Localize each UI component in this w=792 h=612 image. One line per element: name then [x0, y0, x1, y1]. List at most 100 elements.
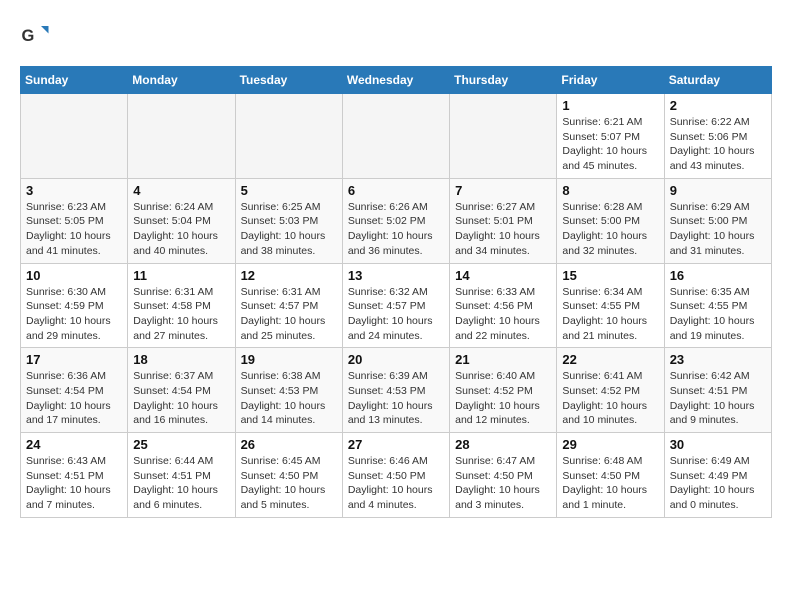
day-cell: 21Sunrise: 6:40 AM Sunset: 4:52 PM Dayli…: [450, 348, 557, 433]
day-number: 28: [455, 437, 551, 452]
day-info: Sunrise: 6:47 AM Sunset: 4:50 PM Dayligh…: [455, 454, 551, 513]
day-info: Sunrise: 6:31 AM Sunset: 4:57 PM Dayligh…: [241, 285, 337, 344]
calendar-table: SundayMondayTuesdayWednesdayThursdayFrid…: [20, 66, 772, 518]
day-info: Sunrise: 6:29 AM Sunset: 5:00 PM Dayligh…: [670, 200, 766, 259]
day-number: 16: [670, 268, 766, 283]
day-cell: [128, 94, 235, 179]
day-cell: 10Sunrise: 6:30 AM Sunset: 4:59 PM Dayli…: [21, 263, 128, 348]
weekday-header-monday: Monday: [128, 67, 235, 94]
day-number: 15: [562, 268, 658, 283]
day-number: 4: [133, 183, 229, 198]
day-number: 3: [26, 183, 122, 198]
day-info: Sunrise: 6:37 AM Sunset: 4:54 PM Dayligh…: [133, 369, 229, 428]
day-number: 18: [133, 352, 229, 367]
day-cell: 29 Sunrise: 6:48 AM Sunset: 4:50 PM Dayli…: [557, 433, 664, 518]
day-info: Sunrise: 6:26 AM Sunset: 5:02 PM Dayligh…: [348, 200, 444, 259]
day-info: Sunrise: 6:22 AM Sunset: 5:06 PM Dayligh…: [670, 115, 766, 174]
day-info: Sunrise: 6:38 AM Sunset: 4:53 PM Dayligh…: [241, 369, 337, 428]
day-number: 14: [455, 268, 551, 283]
day-info: Sunrise: 6:28 AM Sunset: 5:00 PM Dayligh…: [562, 200, 658, 259]
weekday-header-saturday: Saturday: [664, 67, 771, 94]
day-number: 27: [348, 437, 444, 452]
day-cell: 27 Sunrise: 6:46 AM Sunset: 4:50 PM Dayli…: [342, 433, 449, 518]
day-number: 12: [241, 268, 337, 283]
day-cell: 1Sunrise: 6:21 AM Sunset: 5:07 PM Daylig…: [557, 94, 664, 179]
day-cell: 6 Sunrise: 6:26 AM Sunset: 5:02 PM Daylig…: [342, 178, 449, 263]
day-number: 20: [348, 352, 444, 367]
day-number: 9: [670, 183, 766, 198]
day-number: 25: [133, 437, 229, 452]
day-cell: 3Sunrise: 6:23 AM Sunset: 5:05 PM Daylig…: [21, 178, 128, 263]
day-cell: 22Sunrise: 6:41 AM Sunset: 4:52 PM Dayli…: [557, 348, 664, 433]
day-number: 13: [348, 268, 444, 283]
day-info: Sunrise: 6:31 AM Sunset: 4:58 PM Dayligh…: [133, 285, 229, 344]
weekday-header-thursday: Thursday: [450, 67, 557, 94]
day-cell: 2 Sunrise: 6:22 AM Sunset: 5:06 PM Daylig…: [664, 94, 771, 179]
weekday-header-wednesday: Wednesday: [342, 67, 449, 94]
calendar-body: 1Sunrise: 6:21 AM Sunset: 5:07 PM Daylig…: [21, 94, 772, 518]
weekday-header-sunday: Sunday: [21, 67, 128, 94]
day-number: 6: [348, 183, 444, 198]
day-cell: 4 Sunrise: 6:24 AM Sunset: 5:04 PM Daylig…: [128, 178, 235, 263]
day-info: Sunrise: 6:25 AM Sunset: 5:03 PM Dayligh…: [241, 200, 337, 259]
day-cell: 16 Sunrise: 6:35 AM Sunset: 4:55 PM Dayli…: [664, 263, 771, 348]
day-number: 10: [26, 268, 122, 283]
day-cell: 14 Sunrise: 6:33 AM Sunset: 4:56 PM Dayli…: [450, 263, 557, 348]
day-info: Sunrise: 6:44 AM Sunset: 4:51 PM Dayligh…: [133, 454, 229, 513]
day-info: Sunrise: 6:34 AM Sunset: 4:55 PM Dayligh…: [562, 285, 658, 344]
day-cell: 25 Sunrise: 6:44 AM Sunset: 4:51 PM Dayli…: [128, 433, 235, 518]
day-info: Sunrise: 6:32 AM Sunset: 4:57 PM Dayligh…: [348, 285, 444, 344]
day-cell: 5 Sunrise: 6:25 AM Sunset: 5:03 PM Daylig…: [235, 178, 342, 263]
logo: G: [20, 20, 54, 50]
day-info: Sunrise: 6:39 AM Sunset: 4:53 PM Dayligh…: [348, 369, 444, 428]
day-info: Sunrise: 6:27 AM Sunset: 5:01 PM Dayligh…: [455, 200, 551, 259]
day-info: Sunrise: 6:49 AM Sunset: 4:49 PM Dayligh…: [670, 454, 766, 513]
day-cell: 17 Sunrise: 6:36 AM Sunset: 4:54 PM Dayli…: [21, 348, 128, 433]
day-number: 26: [241, 437, 337, 452]
calendar-header: SundayMondayTuesdayWednesdayThursdayFrid…: [21, 67, 772, 94]
weekday-row: SundayMondayTuesdayWednesdayThursdayFrid…: [21, 67, 772, 94]
day-number: 17: [26, 352, 122, 367]
weekday-header-friday: Friday: [557, 67, 664, 94]
day-cell: 19 Sunrise: 6:38 AM Sunset: 4:53 PM Dayli…: [235, 348, 342, 433]
day-info: Sunrise: 6:42 AM Sunset: 4:51 PM Dayligh…: [670, 369, 766, 428]
day-cell: 20 Sunrise: 6:39 AM Sunset: 4:53 PM Dayli…: [342, 348, 449, 433]
day-cell: [21, 94, 128, 179]
day-number: 11: [133, 268, 229, 283]
week-row-2: 3Sunrise: 6:23 AM Sunset: 5:05 PM Daylig…: [21, 178, 772, 263]
day-number: 30: [670, 437, 766, 452]
week-row-1: 1Sunrise: 6:21 AM Sunset: 5:07 PM Daylig…: [21, 94, 772, 179]
day-info: Sunrise: 6:35 AM Sunset: 4:55 PM Dayligh…: [670, 285, 766, 344]
day-cell: 9 Sunrise: 6:29 AM Sunset: 5:00 PM Daylig…: [664, 178, 771, 263]
day-number: 24: [26, 437, 122, 452]
day-cell: 11 Sunrise: 6:31 AM Sunset: 4:58 PM Dayli…: [128, 263, 235, 348]
day-cell: 28 Sunrise: 6:47 AM Sunset: 4:50 PM Dayli…: [450, 433, 557, 518]
day-info: Sunrise: 6:24 AM Sunset: 5:04 PM Dayligh…: [133, 200, 229, 259]
day-number: 29: [562, 437, 658, 452]
day-number: 23: [670, 352, 766, 367]
day-info: Sunrise: 6:46 AM Sunset: 4:50 PM Dayligh…: [348, 454, 444, 513]
day-info: Sunrise: 6:33 AM Sunset: 4:56 PM Dayligh…: [455, 285, 551, 344]
week-row-3: 10Sunrise: 6:30 AM Sunset: 4:59 PM Dayli…: [21, 263, 772, 348]
day-number: 8: [562, 183, 658, 198]
day-info: Sunrise: 6:48 AM Sunset: 4:50 PM Dayligh…: [562, 454, 658, 513]
day-cell: 13 Sunrise: 6:32 AM Sunset: 4:57 PM Dayli…: [342, 263, 449, 348]
day-info: Sunrise: 6:45 AM Sunset: 4:50 PM Dayligh…: [241, 454, 337, 513]
logo-icon: G: [20, 20, 50, 50]
day-number: 19: [241, 352, 337, 367]
day-info: Sunrise: 6:41 AM Sunset: 4:52 PM Dayligh…: [562, 369, 658, 428]
weekday-header-tuesday: Tuesday: [235, 67, 342, 94]
week-row-4: 17 Sunrise: 6:36 AM Sunset: 4:54 PM Dayli…: [21, 348, 772, 433]
day-cell: 15 Sunrise: 6:34 AM Sunset: 4:55 PM Dayli…: [557, 263, 664, 348]
day-info: Sunrise: 6:21 AM Sunset: 5:07 PM Dayligh…: [562, 115, 658, 174]
day-cell: 23 Sunrise: 6:42 AM Sunset: 4:51 PM Dayli…: [664, 348, 771, 433]
day-cell: 26 Sunrise: 6:45 AM Sunset: 4:50 PM Dayli…: [235, 433, 342, 518]
week-row-5: 24 Sunrise: 6:43 AM Sunset: 4:51 PM Dayli…: [21, 433, 772, 518]
day-cell: [342, 94, 449, 179]
day-info: Sunrise: 6:43 AM Sunset: 4:51 PM Dayligh…: [26, 454, 122, 513]
day-number: 2: [670, 98, 766, 113]
day-info: Sunrise: 6:36 AM Sunset: 4:54 PM Dayligh…: [26, 369, 122, 428]
day-cell: [235, 94, 342, 179]
day-number: 5: [241, 183, 337, 198]
day-number: 7: [455, 183, 551, 198]
